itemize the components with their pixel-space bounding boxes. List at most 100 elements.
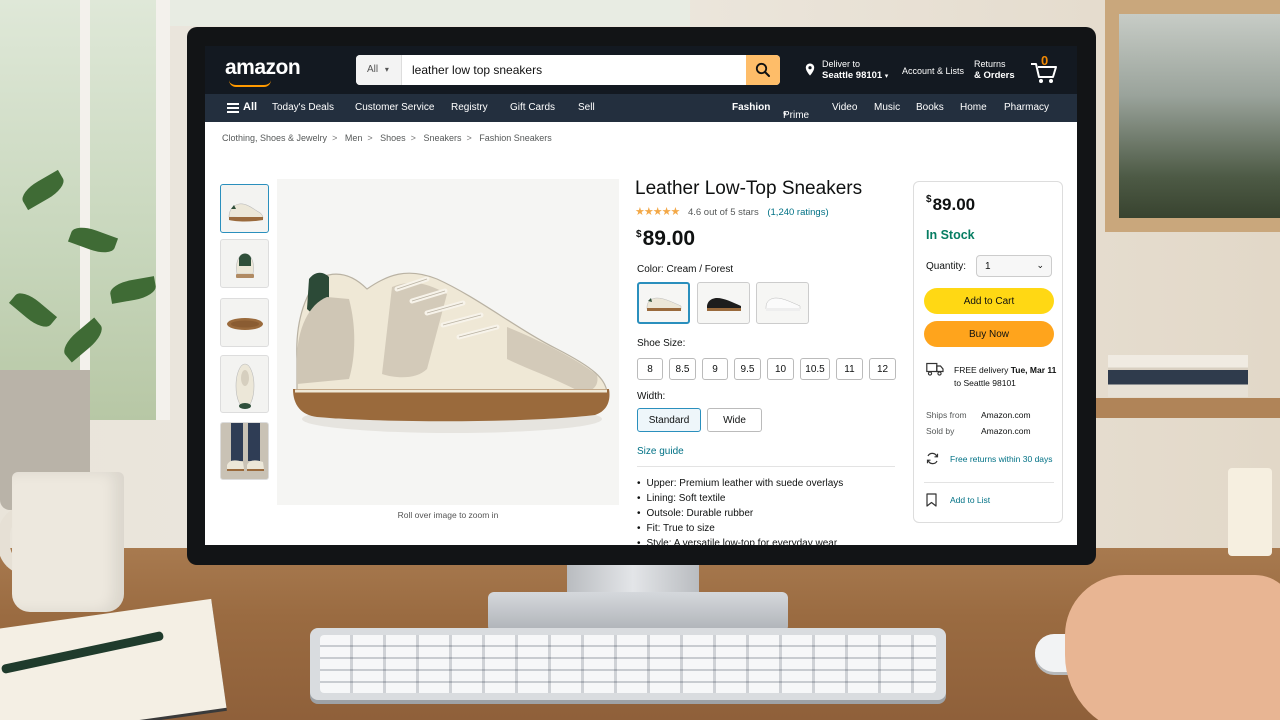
amazon-logo[interactable]: amazon (225, 56, 301, 80)
cream-sneaker-swatch (646, 297, 681, 311)
size-option[interactable]: 9.5 (734, 358, 761, 380)
quantity-select[interactable]: 1 ⌄ (976, 255, 1052, 277)
breadcrumb-item[interactable]: Sneakers (423, 133, 461, 143)
delivery-info: FREE delivery Tue, Mar 11 to Seattle 981… (954, 364, 1062, 390)
hamburger-menu-icon[interactable] (227, 103, 239, 113)
size-option[interactable]: 10.5 (800, 358, 830, 380)
width-option-standard[interactable]: Standard (637, 408, 701, 432)
chevron-down-icon: ▾ (884, 73, 889, 80)
search-button[interactable] (746, 55, 780, 85)
thumbnail-top-view[interactable] (220, 355, 269, 413)
feature-bullet: Outsole: Durable rubber (637, 506, 843, 521)
breadcrumb-item[interactable]: Men (345, 133, 363, 143)
window-top (170, 0, 690, 26)
nav-pharmacy[interactable]: Pharmacy (1004, 102, 1049, 113)
width-label: Width: (637, 391, 666, 402)
buy-box: $89.00 In Stock Quantity: 1 ⌄ Add to Car… (913, 181, 1063, 523)
add-to-cart-button[interactable]: Add to Cart (924, 288, 1054, 314)
nav-registry[interactable]: Registry (451, 102, 488, 113)
breadcrumb-separator: > (367, 133, 373, 143)
color-swatch-cream-forest[interactable] (637, 282, 690, 324)
returns-orders[interactable]: Returns & Orders (974, 59, 1015, 81)
width-option-wide[interactable]: Wide (707, 408, 762, 432)
nav-gift-cards[interactable]: Gift Cards (510, 102, 555, 113)
buybox-price-value: 89.00 (932, 195, 976, 214)
currency-symbol: $ (926, 194, 932, 205)
ships-from-label: Ships from (926, 410, 967, 420)
top-nav-bar: amazon All ▾ leather low top sneakers De… (205, 46, 1077, 94)
cart-button[interactable]: 0 (1029, 53, 1061, 86)
nav-todays-deals[interactable]: Today's Deals (272, 102, 334, 113)
sub-nav-bar: All Today's Deals Customer Service Regis… (205, 94, 1077, 122)
deliver-to[interactable]: Deliver to Seattle 98101 ▾ (805, 59, 888, 82)
size-guide-link[interactable]: Size guide (637, 446, 684, 457)
sneaker-worn-thumbnail (227, 423, 264, 471)
coffee-mug (12, 472, 124, 612)
nav-home[interactable]: Home (960, 102, 987, 113)
keyboard (310, 628, 946, 700)
nav-all[interactable]: All (243, 101, 257, 113)
bookmark-icon (926, 493, 937, 507)
color-swatch-black[interactable] (697, 282, 750, 324)
location-pin-icon (805, 63, 815, 76)
delivery-prefix: FREE delivery (954, 365, 1009, 375)
feature-bullet: Upper: Premium leather with suede overla… (637, 476, 844, 491)
ships-from-value: Amazon.com (981, 410, 1031, 420)
search-icon (755, 62, 770, 77)
star-rating-icon[interactable]: ★★★★★ (635, 206, 680, 218)
landscape-picture (1119, 14, 1280, 218)
nav-sell[interactable]: Sell (578, 102, 595, 113)
nav-video[interactable]: Video (832, 102, 857, 113)
window-mullion (80, 0, 90, 420)
thumbnail-sole-view[interactable] (220, 298, 269, 347)
account-lists[interactable]: Account & Lists (902, 66, 964, 77)
breadcrumb-item[interactable]: Shoes (380, 133, 406, 143)
thumbnail-back-view[interactable] (220, 239, 269, 288)
add-to-list-link[interactable]: Add to List (950, 495, 990, 505)
size-option[interactable]: 8.5 (669, 358, 696, 380)
buy-now-button[interactable]: Buy Now (924, 321, 1054, 347)
stock-status: In Stock (926, 228, 975, 242)
free-returns-link[interactable]: Free returns within 30 days (950, 454, 1053, 464)
size-option[interactable]: 10 (767, 358, 794, 380)
thumbnail-worn-view[interactable] (220, 422, 269, 480)
sneaker-sole-thumbnail (227, 318, 263, 330)
logo-smile-icon (229, 80, 271, 87)
delivery-place: to Seattle 98101 (954, 378, 1016, 388)
product-title: Leather Low-Top Sneakers (635, 178, 863, 199)
size-option[interactable]: 9 (702, 358, 728, 380)
thumbnail-side-view[interactable] (220, 184, 269, 233)
breadcrumb-item[interactable]: Fashion Sneakers (479, 133, 552, 143)
nav-fashion[interactable]: Fashion (732, 102, 770, 113)
feature-bullet: Fit: True to size (637, 521, 843, 536)
candle (1228, 468, 1272, 556)
buybox-price: $89.00 (926, 194, 975, 215)
sneaker-back-thumbnail (236, 253, 254, 278)
size-option[interactable]: 11 (836, 358, 863, 380)
returns-refresh-icon (926, 452, 939, 465)
divider (924, 482, 1054, 483)
color-swatch-white[interactable] (756, 282, 809, 324)
search-bar: All ▾ (356, 55, 780, 85)
sneaker-side-thumbnail (228, 203, 264, 222)
sold-by-label: Sold by (926, 426, 955, 436)
main-product-image[interactable] (277, 179, 619, 505)
nav-books[interactable]: Books (916, 102, 944, 113)
zoom-hint: Roll over image to zoom in (397, 510, 499, 520)
rating-row: ★★★★★ 4.6 out of 5 stars (1,240 ratings) (635, 205, 829, 218)
search-category-dropdown[interactable]: All ▾ (356, 55, 402, 85)
ratings-count-link[interactable]: (1,240 ratings) (767, 207, 828, 218)
currency-symbol: $ (636, 229, 642, 240)
search-input[interactable] (402, 55, 746, 85)
nav-music[interactable]: Music (874, 102, 900, 113)
sneaker-top-thumbnail (235, 363, 255, 409)
breadcrumb-separator: > (332, 133, 338, 143)
size-option[interactable]: 8 (637, 358, 663, 380)
feature-bullets: Upper: Premium leather with suede overla… (637, 476, 844, 545)
breadcrumb-item[interactable]: Clothing, Shoes & Jewelry (222, 133, 327, 143)
quantity-value: 1 (985, 261, 991, 272)
delivery-truck-icon (926, 362, 944, 376)
white-sneaker-swatch (765, 297, 800, 311)
nav-customer-service[interactable]: Customer Service (355, 102, 434, 113)
size-option[interactable]: 12 (869, 358, 896, 380)
